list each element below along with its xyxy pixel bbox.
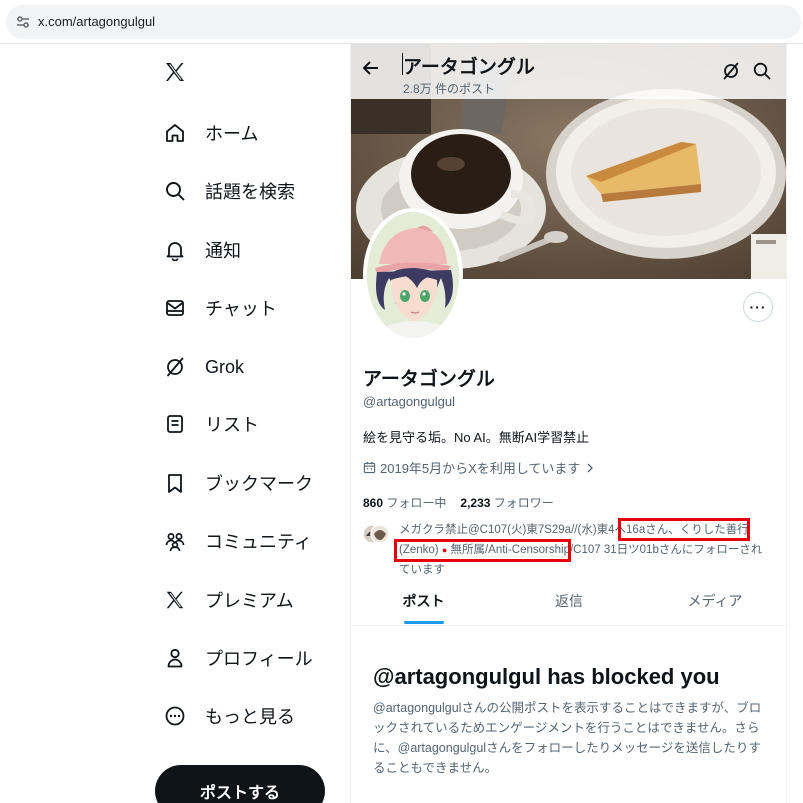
bookmark-icon <box>163 471 187 495</box>
followers-count: 2,233 <box>460 496 491 510</box>
community-icon <box>163 529 187 553</box>
person-icon <box>163 646 187 670</box>
url-text[interactable]: x.com/artagongulgul <box>38 14 155 29</box>
tab-media[interactable]: メディア <box>642 576 786 626</box>
blocked-title: @artagongulgul has blocked you <box>373 664 720 689</box>
site-settings-icon[interactable] <box>16 15 30 29</box>
profile-tabs: ポスト 返信 メディア <box>351 576 786 626</box>
ellipsis-icon: ··· <box>749 299 767 315</box>
nav-bookmarks[interactable]: ブックマーク <box>155 461 340 505</box>
nav-premium[interactable]: プレミアム <box>155 578 340 622</box>
more-circle-icon <box>163 704 187 728</box>
profile-column: アータゴングル 2.8万 件のポスト ··· アータゴングル @artagong… <box>350 44 787 803</box>
nav-notifications-label: 通知 <box>205 241 241 261</box>
highlight-box-1 <box>618 518 750 541</box>
nav-bookmarks-label: ブックマーク <box>205 474 313 494</box>
more-options-button[interactable]: ··· <box>743 292 773 322</box>
grok-icon[interactable] <box>721 61 741 81</box>
x-logo-icon[interactable] <box>163 60 187 84</box>
search-icon <box>163 179 187 203</box>
follower-avatars <box>363 524 389 544</box>
followers-label: フォロワー <box>493 496 554 510</box>
follow-stats: 860 フォロー中 2,233 フォロワー <box>363 494 554 511</box>
chevron-right-icon <box>587 463 594 472</box>
nav-explore-label: 話題を検索 <box>205 182 295 202</box>
following-link[interactable]: 860 フォロー中 <box>363 496 446 510</box>
nav-home[interactable]: ホーム <box>155 111 340 155</box>
nav-home-label: ホーム <box>205 124 259 144</box>
back-arrow-icon[interactable] <box>359 56 383 80</box>
nav-grok-label: Grok <box>205 356 245 377</box>
tab-replies[interactable]: 返信 <box>496 576 642 626</box>
following-label: フォロー中 <box>386 496 447 510</box>
search-icon[interactable] <box>752 61 772 81</box>
profile-bio: 絵を見守る垢。No AI。無断AI学習禁止 <box>363 430 590 445</box>
nav-lists[interactable]: リスト <box>155 402 340 446</box>
nav-lists-label: リスト <box>205 415 259 435</box>
nav-profile-label: プロフィール <box>205 649 313 669</box>
nav-communities[interactable]: コミュニティ <box>155 519 340 563</box>
tab-posts[interactable]: ポスト <box>351 576 496 626</box>
profile-avatar[interactable] <box>363 208 463 342</box>
nav-chat[interactable]: チャット <box>155 286 340 330</box>
nav-more-label: もっと見る <box>205 707 295 727</box>
envelope-icon <box>163 296 187 320</box>
nav-chat-label: チャット <box>205 299 277 319</box>
post-button[interactable]: ポストする <box>155 765 325 803</box>
grok-icon <box>163 355 187 379</box>
nav-grok[interactable]: Grok <box>155 345 340 389</box>
profile-name: アータゴングル <box>363 369 495 390</box>
active-tab-indicator <box>404 621 444 624</box>
nav-profile[interactable]: プロフィール <box>155 636 340 680</box>
calendar-icon <box>363 461 376 474</box>
profile-header-bar: アータゴングル 2.8万 件のポスト <box>351 44 786 99</box>
home-icon <box>163 121 187 145</box>
header-title: アータゴングル <box>403 57 535 78</box>
nav-explore[interactable]: 話題を検索 <box>155 169 340 213</box>
header-post-count: 2.8万 件のポスト <box>403 82 496 96</box>
address-field[interactable]: x.com/artagongulgul <box>6 5 801 39</box>
blocked-message: @artagongulgulさんの公開ポストを表示することはできますが、ブロック… <box>373 701 762 775</box>
browser-url-bar: x.com/artagongulgul <box>0 0 803 44</box>
highlight-box-2 <box>394 539 571 562</box>
nav-more[interactable]: もっと見る <box>155 694 340 738</box>
list-icon <box>163 412 187 436</box>
nav-premium-label: プレミアム <box>205 591 294 611</box>
nav-notifications[interactable]: 通知 <box>155 228 340 272</box>
followers-link[interactable]: 2,233 フォロワー <box>460 496 553 510</box>
nav-communities-label: コミュニティ <box>205 532 312 552</box>
profile-joined-date[interactable]: 2019年5月からXを利用しています <box>363 458 600 477</box>
profile-handle: @artagongulgul <box>363 394 455 409</box>
bell-icon <box>163 238 187 262</box>
following-count: 860 <box>363 496 384 510</box>
left-sidebar: ホーム 話題を検索 通知 チャット Grok リスト ブックマーク コミュニティ… <box>155 44 345 803</box>
x-logo-icon <box>163 588 187 612</box>
joined-text: 2019年5月からXを利用しています <box>380 461 581 476</box>
